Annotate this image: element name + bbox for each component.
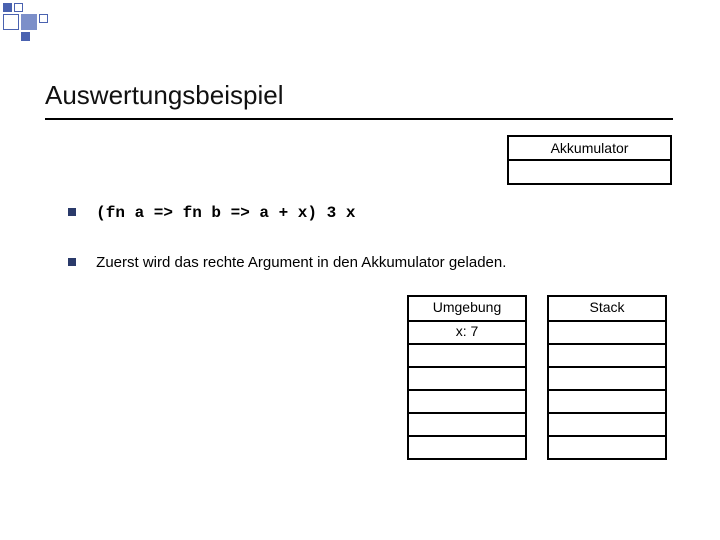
deco-square (21, 32, 30, 41)
deco-square (3, 14, 19, 30)
environment-label: Umgebung (409, 297, 525, 320)
stack-label: Stack (549, 297, 665, 320)
environment-row: x: 7 (409, 320, 525, 343)
deco-square (3, 3, 12, 12)
deco-square (21, 14, 37, 30)
bullet-text: Zuerst wird das rechte Argument in den A… (96, 254, 506, 271)
deco-square (14, 3, 23, 12)
stack-row (549, 366, 665, 389)
environment-table: Umgebung x: 7 (407, 295, 527, 460)
stack-table: Stack (547, 295, 667, 460)
tables-area: Umgebung x: 7 Stack (407, 295, 667, 460)
deco-square (39, 14, 48, 23)
bullet-text-line: Zuerst wird das rechte Argument in den A… (68, 254, 506, 271)
stack-row (549, 343, 665, 366)
stack-row (549, 389, 665, 412)
environment-row (409, 435, 525, 458)
title-underline (45, 118, 673, 120)
environment-row (409, 366, 525, 389)
slide-title: Auswertungsbeispiel (45, 80, 283, 111)
bullet-code-line: (fn a => fn b => a + x) 3 x (68, 204, 355, 222)
accumulator-box: Akkumulator (507, 135, 672, 185)
accumulator-label: Akkumulator (509, 137, 670, 161)
environment-row (409, 389, 525, 412)
bullet-icon (68, 208, 76, 216)
stack-row (549, 320, 665, 343)
code-expression: (fn a => fn b => a + x) 3 x (96, 204, 355, 222)
environment-row (409, 343, 525, 366)
stack-row (549, 435, 665, 458)
bullet-icon (68, 258, 76, 266)
accumulator-value (509, 161, 670, 183)
environment-row (409, 412, 525, 435)
stack-row (549, 412, 665, 435)
corner-decoration (0, 0, 120, 50)
